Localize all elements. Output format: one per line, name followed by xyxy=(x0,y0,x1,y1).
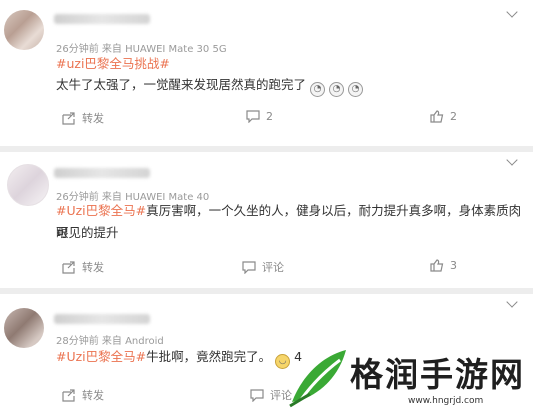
hashtag-link[interactable]: #uzi巴黎全马挑战# xyxy=(56,56,170,71)
avatar[interactable] xyxy=(4,10,44,50)
comment-text: 牛批啊，竟然跑完了。 xyxy=(146,349,272,364)
like-count: 2 xyxy=(450,110,457,123)
leaf-logo-icon xyxy=(289,350,346,408)
comment-label: 2 xyxy=(266,110,273,123)
repost-label: 转发 xyxy=(82,112,104,125)
comment-body-line2: 可见的提升 xyxy=(56,225,119,240)
watermark-url: www.hngrjd.com xyxy=(408,396,484,406)
repost-button[interactable]: 转发 xyxy=(62,259,104,275)
comment-icon xyxy=(242,260,256,274)
repost-icon xyxy=(62,111,75,125)
hashtag-link[interactable]: #Uzi巴黎全马# xyxy=(56,349,146,364)
comment-icon xyxy=(250,388,264,402)
watermark-title: 格润手游网 xyxy=(350,355,525,394)
cry-emoji-icon: ◔ xyxy=(348,82,364,97)
repost-label: 转发 xyxy=(82,261,104,274)
thumbs-up-icon xyxy=(430,259,444,272)
like-button[interactable]: 3 xyxy=(430,259,457,272)
comment-label: 评论 xyxy=(262,261,284,274)
comment-body: 太牛了太强了，一觉醒来发现居然真的跑完了 ◔ ◔ ◔ xyxy=(56,74,364,97)
comment-button[interactable]: 2 xyxy=(246,110,273,123)
repost-label: 转发 xyxy=(82,389,104,402)
username-blurred[interactable] xyxy=(54,314,150,324)
hashtag-line: #uzi巴黎全马挑战# xyxy=(56,53,170,75)
chevron-down-icon[interactable] xyxy=(506,6,518,18)
time-source: 28分钟前 来自 Android xyxy=(56,336,164,347)
comment-icon xyxy=(246,110,260,123)
comment-body: #Uzi巴黎全马#牛批啊，竟然跑完了。 ◡ 4 xyxy=(56,346,302,369)
hashtag-link[interactable]: #Uzi巴黎全马# xyxy=(56,203,146,218)
repost-button[interactable]: 转发 xyxy=(62,110,104,126)
comment-card: 26分钟前 来自 HUAWEI Mate 30 5G #uzi巴黎全马挑战# 太… xyxy=(0,0,533,146)
cry-emoji-icon: ◔ xyxy=(329,82,345,97)
repost-icon xyxy=(62,260,75,274)
avatar[interactable] xyxy=(7,164,49,206)
avatar[interactable] xyxy=(4,308,44,348)
like-button[interactable]: 2 xyxy=(430,110,457,123)
repost-button[interactable]: 转发 xyxy=(62,387,104,403)
username-blurred[interactable] xyxy=(54,14,150,24)
cry-emoji-icon: ◔ xyxy=(310,82,326,97)
comment-button[interactable]: 评论 xyxy=(250,387,292,403)
like-count: 3 xyxy=(450,259,457,272)
thumbs-up-icon xyxy=(430,110,444,123)
comment-text: 太牛了太强了，一觉醒来发现居然真的跑完了 xyxy=(56,77,307,92)
comment-button[interactable]: 评论 xyxy=(242,259,284,275)
chevron-down-icon[interactable] xyxy=(506,296,518,308)
watermark: 格润手游网 www.hngrjd.com xyxy=(288,344,528,410)
comment-body: #Uzi巴黎全马#真厉害啊，一个久坐的人，健身以后，耐力提升真多啊，身体素质肉眼 xyxy=(56,200,533,244)
username-blurred[interactable] xyxy=(54,168,150,178)
repost-icon xyxy=(62,388,75,402)
chevron-down-icon[interactable] xyxy=(506,154,518,166)
